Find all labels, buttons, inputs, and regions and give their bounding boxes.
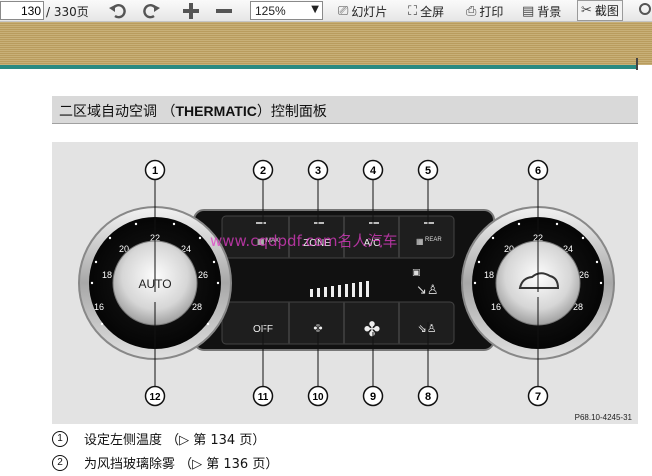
- svg-text:3: 3: [315, 165, 321, 177]
- callout-2: 2: [252, 159, 274, 181]
- rotate-right-icon[interactable]: [140, 0, 162, 22]
- search-icon[interactable]: [636, 0, 652, 22]
- figure-reference-code: P68.10-4245-31: [575, 413, 633, 422]
- fan-up-icon: ✤: [364, 317, 381, 341]
- svg-text:4: 4: [370, 165, 377, 177]
- legend-item: 1 设定左侧温度 （▷ 第 134 页）: [52, 429, 265, 448]
- svg-text:11: 11: [258, 392, 269, 403]
- fullscreen-label: 全屏: [420, 4, 445, 19]
- svg-text:6: 6: [535, 165, 541, 177]
- svg-text:9: 9: [370, 391, 376, 403]
- page-total-label: / 330页: [46, 5, 89, 19]
- header-tick: [636, 58, 638, 70]
- svg-text:26: 26: [198, 270, 208, 280]
- legend-number: 1: [52, 430, 68, 447]
- svg-text:28: 28: [192, 302, 202, 312]
- airflow-mode-icon: ⇘♙: [417, 322, 436, 335]
- callout-8: 8: [417, 385, 439, 407]
- print-button[interactable]: ⎙ 打印: [466, 0, 503, 22]
- svg-text:5: 5: [425, 165, 431, 177]
- callout-7: 7: [527, 385, 549, 407]
- rear-defrost-icon: ▦: [416, 237, 424, 246]
- svg-text:8: 8: [425, 391, 431, 403]
- callout-10: 10: [307, 385, 329, 407]
- fullscreen-icon: ⛶: [408, 3, 418, 19]
- svg-text:18: 18: [102, 270, 112, 280]
- svg-text:26: 26: [579, 270, 589, 280]
- callout-6: 6: [527, 159, 549, 181]
- screenshot-label: 截图: [594, 4, 619, 18]
- control-panel-illustration: ▦ MAX ZONE A/C ▦ REAR ▣ ↘♙ OFF ✤ ✤ ⇘♙ 16…: [78, 159, 633, 422]
- zoom-select[interactable]: 125% ▼: [250, 1, 323, 20]
- slideshow-label: 幻灯片: [351, 4, 388, 19]
- fullscreen-button[interactable]: ⛶ 全屏: [408, 0, 444, 22]
- slideshow-button[interactable]: ⎚ 幻灯片: [338, 0, 387, 22]
- legend-text: 为风挡玻璃除雾 （▷ 第 136 页）: [84, 457, 279, 472]
- background-button[interactable]: ▤ 背景: [522, 0, 561, 22]
- section-header: 二区域自动空调 （THERMATIC）控制面板: [52, 96, 638, 124]
- background-label: 背景: [537, 4, 562, 19]
- watermark-text: www.cqdpdf.com名人汽车: [210, 232, 398, 250]
- callout-9: 9: [362, 385, 384, 407]
- callout-3: 3: [307, 159, 329, 181]
- legend-item: 2 为风挡玻璃除雾 （▷ 第 136 页）: [52, 453, 278, 472]
- svg-text:18: 18: [484, 270, 494, 280]
- windshield-airflow-icon: ▣: [412, 268, 421, 278]
- svg-text:7: 7: [535, 391, 541, 403]
- svg-text:12: 12: [149, 392, 161, 403]
- zoom-value: 125%: [255, 4, 286, 18]
- zoom-out-icon[interactable]: [213, 0, 235, 22]
- background-icon: ▤: [522, 3, 535, 19]
- svg-text:16: 16: [491, 302, 501, 312]
- seat-airflow-icon: ↘♙: [416, 283, 439, 298]
- section-title: 二区域自动空调 （THERMATIC）控制面板: [59, 103, 327, 120]
- scissors-icon: ✂: [581, 3, 592, 18]
- header-rule: [0, 65, 638, 69]
- callout-1: 1: [144, 159, 166, 181]
- svg-text:10: 10: [312, 392, 324, 403]
- chevron-down-icon: ▼: [311, 4, 319, 15]
- callout-5: 5: [417, 159, 439, 181]
- svg-text:2: 2: [260, 165, 266, 177]
- climate-control-figure: ▦ MAX ZONE A/C ▦ REAR ▣ ↘♙ OFF ✤ ✤ ⇘♙ 16…: [52, 142, 638, 424]
- screenshot-button[interactable]: ✂ 截图: [577, 0, 623, 21]
- printer-icon: ⎙: [466, 3, 477, 19]
- page-header-band: [0, 22, 652, 65]
- rear-button-label: REAR: [425, 237, 442, 243]
- page-number-input[interactable]: [0, 1, 44, 20]
- callout-12: 12: [144, 385, 166, 407]
- callout-4: 4: [362, 159, 384, 181]
- legend-number: 2: [52, 454, 68, 471]
- reader-toolbar: / 330页 125% ▼ ⎚ 幻灯片 ⛶ 全屏 ⎙ 打印 ▤ 背景 ✂ 截图: [0, 0, 652, 22]
- zoom-in-icon[interactable]: [180, 0, 202, 22]
- rotate-left-icon[interactable]: [107, 0, 129, 22]
- legend-text: 设定左侧温度 （▷ 第 134 页）: [84, 433, 266, 448]
- callout-11: 11: [252, 385, 274, 407]
- svg-text:16: 16: [94, 302, 104, 312]
- print-label: 打印: [479, 4, 504, 19]
- slideshow-icon: ⎚: [338, 3, 349, 19]
- svg-text:1: 1: [152, 165, 158, 177]
